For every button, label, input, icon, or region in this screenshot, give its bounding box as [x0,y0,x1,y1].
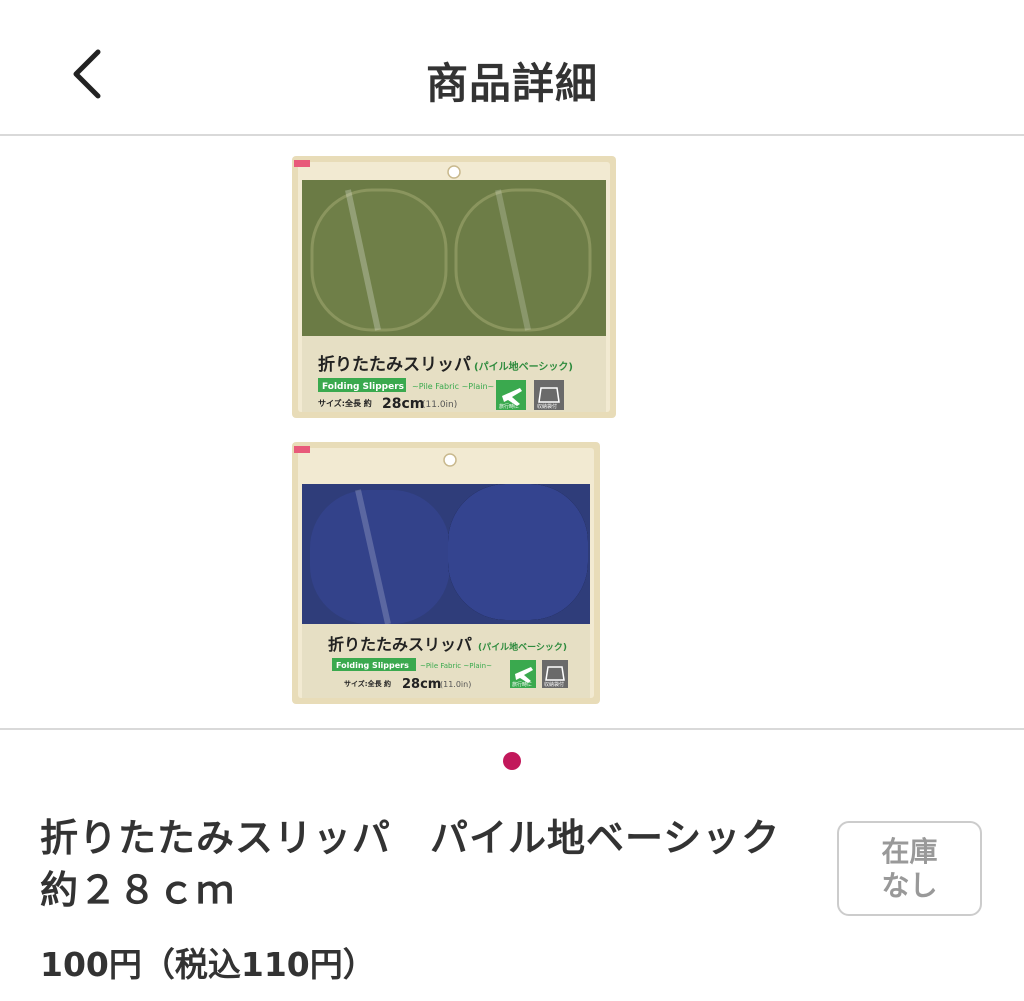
package-navy-en-subtitle: ~Pile Fabric ~Plain~ [420,662,492,670]
package-navy-size-inch: (11.0in) [440,680,471,689]
pagination-dot-active[interactable] [503,752,521,770]
stock-badge-line1: 在庫 [881,834,938,868]
package-navy: 折りたたみスリッパ (パイル地ベーシック) Folding Slippers ~… [292,442,600,704]
package-navy-jp-title: 折りたたみスリッパ [328,635,472,654]
product-image-gallery[interactable]: 折りたたみスリッパ (パイル地ベーシック) Folding Slippers ~… [0,136,1024,730]
product-name-line2: 約２８ｃｍ [40,868,236,912]
product-name: 折りたたみスリッパ パイル地ベーシック 約２８ｃｍ [40,812,800,916]
package-navy-storage-label: 収納袋付 [544,681,564,688]
package-navy-travel-label: 旅行時に [512,681,532,688]
image-pagination [0,752,1024,772]
package-green-size-inch: (11.0in) [422,400,457,410]
package-navy-jp-subtitle: (パイル地ベーシック) [478,641,567,653]
package-green-storage-label: 収納袋付 [537,403,557,410]
product-image[interactable]: 折りたたみスリッパ (パイル地ベーシック) Folding Slippers ~… [288,150,620,714]
package-navy-size-value: 28cm [402,677,441,692]
product-name-line1: 折りたたみスリッパ パイル地ベーシック [40,816,781,860]
package-green: 折りたたみスリッパ (パイル地ベーシック) Folding Slippers ~… [292,156,616,418]
stock-badge-line2: なし [881,868,938,902]
package-green-en-subtitle: ~Pile Fabric ~Plain~ [412,382,494,391]
out-of-stock-badge: 在庫 なし [837,821,982,916]
product-price: 100円（税込110円） [40,945,376,984]
header-bar: 商品詳細 [0,0,1024,136]
package-green-size-label: サイズ:全長 約 [318,398,372,408]
package-green-jp-title: 折りたたみスリッパ [318,354,471,375]
package-navy-en-title: Folding Slippers [336,661,409,670]
package-green-size-value: 28cm [382,396,424,412]
package-green-jp-subtitle: (パイル地ベーシック) [474,360,573,373]
package-green-en-title: Folding Slippers [322,382,404,392]
package-green-travel-label: 旅行時に [499,403,519,410]
page-title: 商品詳細 [425,59,598,108]
package-navy-size-label: サイズ:全長 約 [344,679,391,688]
product-info: 折りたたみスリッパ パイル地ベーシック 約２８ｃｍ 100円（税込110円） [40,812,800,986]
